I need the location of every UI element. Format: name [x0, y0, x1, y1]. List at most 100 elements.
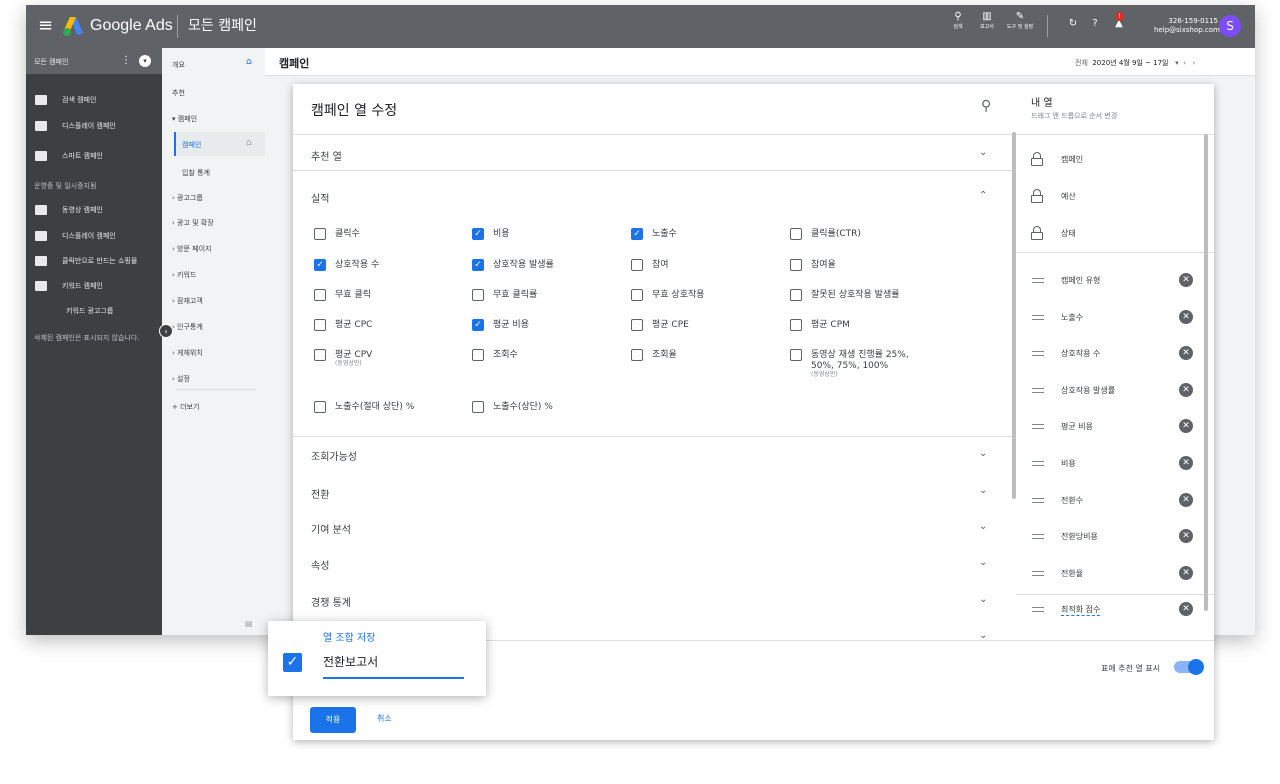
cancel-button[interactable]: 취소: [377, 713, 392, 724]
chevron-down-icon[interactable]: ⌄: [979, 557, 987, 568]
checkbox-checked-icon[interactable]: ✓: [472, 228, 484, 240]
menu-item-ad-groups[interactable]: › 광고그룹: [172, 191, 203, 205]
checkbox-checked-icon[interactable]: ✓: [472, 259, 484, 271]
remove-column-icon[interactable]: ✕: [1179, 602, 1193, 617]
drag-handle-icon[interactable]: [1032, 387, 1044, 393]
more-vert-icon[interactable]: ⋮: [121, 55, 131, 66]
save-column-set-checkbox[interactable]: ✓: [283, 653, 302, 672]
show-recommended-toggle[interactable]: [1174, 659, 1204, 675]
remove-column-icon[interactable]: ✕: [1179, 456, 1193, 470]
checkbox-checked-icon[interactable]: ✓: [314, 259, 326, 271]
checkbox-empty-icon[interactable]: [790, 228, 802, 240]
tree-item-video[interactable]: 동영상 캠페인: [26, 203, 162, 217]
chevron-down-icon[interactable]: ⌄: [979, 485, 987, 496]
remove-column-icon[interactable]: ✕: [1179, 382, 1193, 397]
checkbox-empty-icon[interactable]: [314, 289, 326, 301]
date-range-picker[interactable]: 전체 2020년 4월 9일 ~ 17일 ▾ ‹ ›: [1075, 58, 1195, 68]
remove-column-icon[interactable]: ✕: [1179, 565, 1193, 580]
checkbox-empty-icon[interactable]: [472, 401, 484, 413]
drag-handle-icon[interactable]: [1032, 461, 1044, 466]
checkbox-empty-icon[interactable]: [631, 319, 643, 331]
section-recommended[interactable]: 추천 열: [311, 148, 342, 163]
tree-item-shopping[interactable]: 클릭만으로 만드는 쇼핑몰: [26, 254, 162, 268]
checkbox-empty-icon[interactable]: [631, 259, 643, 271]
divider: [1016, 593, 1214, 595]
checkbox-checked-icon[interactable]: ✓: [631, 228, 643, 240]
checkbox-empty-icon[interactable]: [631, 349, 643, 361]
menu-item-demographics[interactable]: › 인구통계: [172, 320, 203, 334]
apply-button[interactable]: 적용: [310, 707, 356, 733]
tools-settings[interactable]: ✎ 도구 및 설정: [1005, 11, 1035, 31]
remove-column-icon[interactable]: ✕: [1179, 309, 1193, 324]
checkbox-empty-icon[interactable]: [314, 401, 326, 413]
menu-item-landing-pages[interactable]: › 방문 페이지: [172, 242, 211, 256]
drag-handle-icon[interactable]: [1032, 534, 1044, 540]
tree-item-search[interactable]: 검색 캠페인: [26, 93, 162, 107]
reports-tool[interactable]: ▥ 보고서: [972, 11, 1002, 31]
menu-item-overview[interactable]: 개요: [172, 58, 185, 72]
column-set-name-input[interactable]: 전환보고서: [323, 653, 378, 670]
drag-handle-icon[interactable]: [1032, 424, 1044, 430]
tree-item-keyword[interactable]: 키워드 캠페인: [26, 279, 162, 293]
checkbox-empty-icon[interactable]: [314, 349, 326, 361]
search-icon[interactable]: ⚲: [981, 98, 991, 114]
chevron-down-icon[interactable]: ⌄: [979, 147, 987, 158]
drag-handle-icon[interactable]: [1032, 314, 1044, 320]
drag-handle-icon[interactable]: [1032, 278, 1044, 283]
checkbox-empty-icon[interactable]: [631, 289, 643, 301]
checkbox-empty-icon[interactable]: [790, 319, 802, 331]
section-performance[interactable]: 실적: [311, 190, 329, 205]
checkbox-empty-icon[interactable]: [314, 319, 326, 331]
dropdown-icon[interactable]: ▾: [139, 55, 151, 67]
menu-item-campaigns[interactable]: 캠페인: [182, 138, 201, 152]
section-attribution[interactable]: 기여 분석: [311, 521, 351, 536]
section-competitive[interactable]: 경쟁 통계: [311, 594, 351, 609]
section-viewability[interactable]: 조회가능성: [311, 448, 357, 463]
tree-item-keyword-adgroup[interactable]: 키워드 광고그룹: [26, 304, 162, 318]
tree-item-display[interactable]: 디스플레이 캠페인: [26, 119, 162, 133]
drag-handle-icon[interactable]: [1032, 351, 1044, 357]
chevron-down-icon[interactable]: ⌄: [979, 594, 987, 605]
drag-handle-icon[interactable]: [1032, 607, 1044, 613]
chevron-down-icon[interactable]: ⌄: [979, 521, 987, 532]
checkbox-empty-icon[interactable]: [790, 259, 802, 271]
section-attributes[interactable]: 속성: [311, 557, 329, 572]
search-tool[interactable]: ⚲ 검색: [943, 11, 973, 31]
menu-item-campaigns-group[interactable]: ▾ 캠페인: [172, 112, 197, 126]
avatar[interactable]: S: [1219, 15, 1241, 37]
account-info[interactable]: 326-159-0115 help@sixshop.com: [1154, 17, 1220, 35]
menu-item-keywords[interactable]: › 키워드: [172, 268, 196, 282]
chevron-down-icon[interactable]: ⌄: [979, 448, 987, 459]
tree-item-display-2[interactable]: 디스플레이 캠페인: [26, 229, 162, 243]
checkbox-checked-icon[interactable]: ✓: [472, 319, 484, 331]
main-title: 캠페인: [279, 57, 310, 70]
checkbox-empty-icon[interactable]: [790, 289, 802, 301]
menu-item-audiences[interactable]: › 잠재고객: [172, 294, 203, 308]
remove-column-icon[interactable]: ✕: [1179, 529, 1193, 544]
remove-column-icon[interactable]: ✕: [1179, 492, 1193, 507]
my-columns-scrollbar[interactable]: [1204, 134, 1208, 611]
checkbox-empty-icon[interactable]: [472, 349, 484, 361]
remove-column-icon[interactable]: ✕: [1179, 419, 1193, 434]
remove-column-icon[interactable]: ✕: [1179, 273, 1193, 287]
drag-handle-icon[interactable]: [1032, 497, 1044, 503]
remove-column-icon[interactable]: ✕: [1179, 346, 1193, 361]
menu-icon[interactable]: ≡: [38, 16, 53, 36]
main-header: 캠페인 전체 2020년 4월 9일 ~ 17일 ▾ ‹ ›: [265, 48, 1255, 76]
menu-item-auction-insights[interactable]: 입찰 통계: [182, 166, 210, 180]
checkbox-empty-icon[interactable]: [314, 228, 326, 240]
menu-item-more[interactable]: + 더보기: [172, 400, 199, 414]
menu-item-placements[interactable]: › 게재위치: [172, 346, 203, 360]
section-conversions[interactable]: 전환: [311, 486, 329, 501]
menu-item-settings[interactable]: › 설정: [172, 372, 190, 386]
chevron-up-icon[interactable]: ⌃: [979, 190, 987, 201]
drag-handle-icon[interactable]: [1032, 570, 1044, 576]
checkbox-empty-icon[interactable]: [472, 289, 484, 301]
feedback-icon[interactable]: ▤: [245, 619, 253, 628]
menu-item-ads-extensions[interactable]: › 광고 및 확장: [172, 216, 214, 230]
tree-item-smart[interactable]: 스마트 캠페인: [26, 149, 162, 163]
checkbox-empty-icon[interactable]: [790, 349, 802, 361]
collapse-chevron-icon[interactable]: ‹: [159, 324, 173, 338]
menu-item-recommendations[interactable]: 추천: [172, 86, 185, 100]
campaign-tree-header[interactable]: 모든 캠페인 ⋮ ▾: [26, 48, 162, 74]
